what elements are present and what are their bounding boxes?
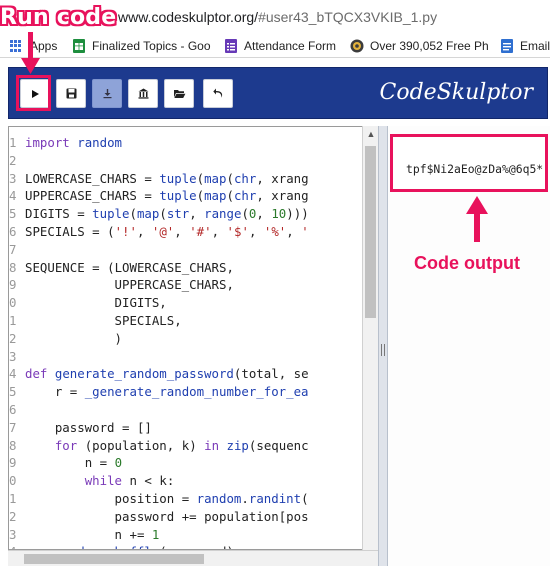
code-text[interactable]: import random LOWERCASE_CHARS = tuple(ma… — [25, 134, 309, 549]
code-line: while n < k: — [84, 473, 175, 489]
download-button[interactable] — [92, 79, 122, 108]
reset-button[interactable] — [203, 79, 233, 108]
line-number: 7 — [9, 419, 17, 435]
code-line: r = _generate_random_number_for_ea — [54, 384, 309, 400]
code-line: password += population[pos — [114, 508, 309, 524]
line-number: 6 — [9, 224, 17, 239]
bookmark-site-icon — [350, 39, 364, 53]
line-number: 0 — [9, 295, 17, 311]
fresh-url-button[interactable] — [128, 79, 158, 108]
output-panel: tpf$Ni2aEo@zDa%@6q5* — [388, 126, 550, 566]
bank-icon — [138, 88, 148, 99]
scrollbar-thumb[interactable] — [24, 554, 204, 564]
line-number: 4 — [9, 366, 17, 382]
download-icon — [103, 89, 111, 99]
code-line: DIGITS, — [114, 295, 167, 311]
code-line: random.shuffle(password) — [25, 543, 309, 549]
line-number: 4 — [9, 543, 23, 549]
bookmark-email[interactable]: Email — [500, 38, 550, 54]
output-text: tpf$Ni2aEo@zDa%@6q5* — [406, 162, 544, 176]
code-line: for (population, k) in zip(sequenc — [54, 437, 309, 453]
line-number: 2 — [9, 508, 17, 524]
bookmark-apps[interactable]: Apps — [10, 38, 57, 54]
codeskulptor-toolbar: CodeSkulptor — [8, 67, 548, 119]
bookmark-finalized-topics[interactable]: Finalized Topics - Goo — [72, 38, 211, 54]
code-line: n = 0 — [84, 455, 123, 471]
bookmark-free-photos[interactable]: Over 390,052 Free Ph — [350, 38, 489, 54]
bookmark-label: Attendance Form — [244, 39, 337, 53]
bookmark-label: Finalized Topics - Goo — [92, 39, 211, 53]
run-button-highlight — [16, 75, 51, 111]
code-line: SPECIALS, — [114, 312, 182, 328]
code-line: LOWERCASE_CHARS = tuple(map(chr, xrang — [25, 170, 309, 186]
code-line: import random — [25, 135, 122, 150]
run-code-annotation: Run code — [0, 5, 117, 30]
undo-icon — [212, 88, 222, 98]
line-number: 8 — [9, 437, 17, 453]
code-output-annotation: Code output — [414, 253, 520, 273]
line-number: 1 — [9, 491, 17, 506]
line-number: 2 — [9, 330, 17, 346]
code-line: SPECIALS = ('!', '@', '#', '$', '%', ' — [25, 223, 309, 239]
line-number: 7 — [9, 241, 17, 257]
code-editor[interactable]: 1 2 3 4 5 6 7 8 9 0 1 2 3 4 5 6 7 8 9 0 … — [8, 126, 378, 550]
scroll-up-icon[interactable]: ▲ — [366, 129, 376, 139]
line-number: 4 — [9, 188, 17, 204]
line-number: 3 — [9, 348, 17, 364]
bookmark-label: Email — [520, 39, 550, 53]
line-number: 9 — [9, 277, 17, 293]
url-text[interactable]: www.codeskulptor.org/#user43_bTQCX3VKIB_… — [118, 9, 437, 25]
forms-icon — [225, 39, 237, 53]
editor-horizontal-scrollbar[interactable] — [8, 550, 378, 566]
folder-open-icon — [173, 90, 185, 98]
code-line: ) — [114, 330, 122, 346]
sheets-icon — [73, 39, 85, 53]
bookmark-site-icon — [501, 39, 513, 53]
line-number: 3 — [9, 526, 17, 542]
line-number: 0 — [9, 473, 17, 489]
bookmark-attendance-form[interactable]: Attendance Form — [224, 38, 336, 54]
url-domain: www.codeskulptor.org/ — [118, 9, 259, 25]
line-number: 1 — [9, 313, 17, 328]
codeskulptor-logo: CodeSkulptor — [379, 80, 533, 105]
code-line: SEQUENCE = (LOWERCASE_CHARS, — [25, 259, 234, 275]
open-local-button[interactable] — [164, 79, 194, 108]
line-number: 2 — [9, 152, 17, 168]
drag-handle-icon[interactable] — [381, 344, 385, 356]
line-number: 5 — [9, 206, 17, 222]
line-number: 6 — [9, 402, 17, 417]
url-path: #user43_bTQCX3VKIB_1.py — [258, 9, 438, 25]
line-number: 9 — [9, 455, 17, 471]
code-line: UPPERCASE_CHARS, — [114, 277, 234, 293]
code-line: password = [] — [54, 419, 152, 435]
output-highlight-box: tpf$Ni2aEo@zDa%@6q5* — [390, 134, 548, 192]
code-line: UPPERCASE_CHARS = tuple(map(chr, xrang — [25, 188, 309, 204]
line-number: 5 — [9, 384, 17, 400]
bookmarks-bar: Apps Finalized Topics - Goo Attendance F… — [0, 34, 550, 58]
code-line: position = random.randint( — [114, 490, 309, 506]
save-icon — [66, 88, 76, 99]
code-line: n += 1 — [114, 526, 160, 542]
bookmark-label: Apps — [30, 39, 58, 53]
save-button[interactable] — [56, 79, 86, 108]
apps-grid-icon — [10, 40, 22, 52]
editor-vertical-scrollbar[interactable]: ▲ — [362, 126, 378, 550]
code-line: def generate_random_password(total, se — [25, 366, 309, 382]
pane-splitter[interactable] — [378, 126, 388, 566]
scrollbar-thumb[interactable] — [365, 146, 376, 318]
line-number-gutter: 1 2 3 4 5 6 7 8 9 0 1 2 3 4 5 6 7 8 9 0 … — [9, 127, 23, 549]
code-line: DIGITS = tuple(map(str, range(0, 10))) — [25, 206, 309, 222]
bookmark-label: Over 390,052 Free Ph — [370, 39, 489, 53]
line-number: 3 — [9, 170, 17, 186]
line-number: 8 — [9, 259, 17, 275]
line-number: 1 — [9, 135, 17, 150]
